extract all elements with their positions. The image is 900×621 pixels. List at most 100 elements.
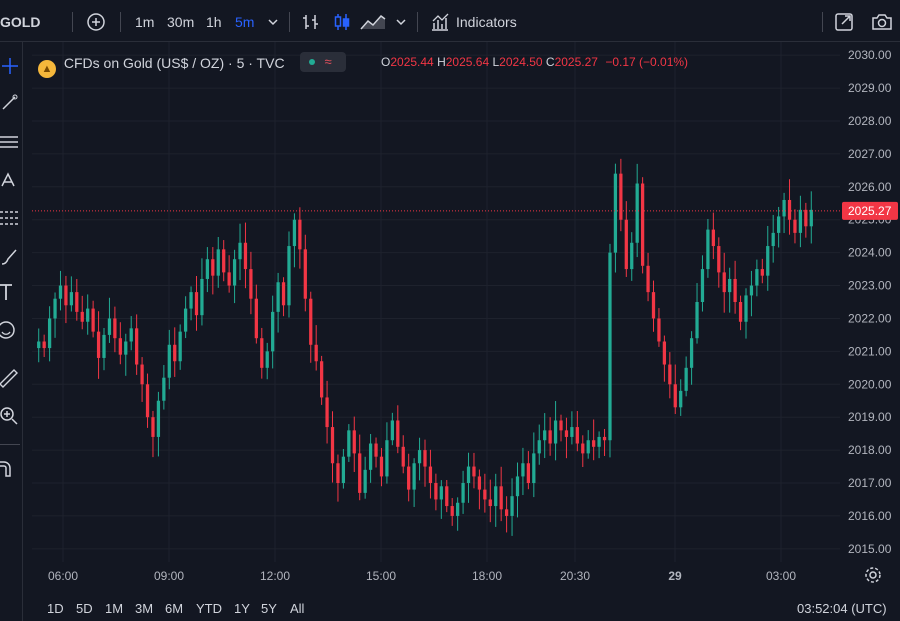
candle-body (657, 318, 661, 342)
candle-body (336, 463, 340, 484)
candle-body (281, 282, 286, 306)
utc-clock[interactable]: 03:52:04 (UTC) (797, 601, 887, 616)
candle-body (717, 246, 721, 273)
close-label: C (545, 55, 555, 69)
range-5d[interactable]: 5D (76, 601, 93, 616)
candle-body (662, 341, 667, 365)
price-tick-label: 2017.00 (848, 476, 892, 490)
zoom-in-icon[interactable] (0, 406, 20, 426)
candle-body (787, 199, 792, 220)
range-all[interactable]: All (290, 601, 304, 616)
candle-body (341, 456, 346, 484)
compare-symbol-icon[interactable] (86, 12, 106, 32)
candle-body (804, 209, 808, 227)
time-tick-label: 15:00 (366, 569, 396, 583)
price-chart[interactable] (32, 42, 840, 562)
range-1y[interactable]: 1Y (234, 601, 250, 616)
candle-body (113, 318, 117, 339)
candle-body (722, 272, 726, 293)
candle-body (624, 219, 628, 270)
close-value: 2025.27 (554, 55, 598, 69)
candle-body (679, 390, 683, 408)
candle-body (222, 249, 226, 273)
price-axis[interactable]: 2030.00 2029.00 2028.00 2027.00 2026.00 2025.… (840, 42, 900, 562)
candle-body (205, 259, 210, 279)
candle-body (477, 476, 482, 490)
candle-body (86, 308, 90, 322)
delay-indicator-icon: ≈ (324, 54, 332, 69)
candle-body (559, 420, 563, 431)
chart-pane[interactable] (32, 42, 840, 562)
candle-body (738, 302, 743, 322)
candle-body (216, 249, 220, 276)
candle-body (417, 450, 422, 464)
prediction-icon[interactable] (0, 208, 20, 228)
symbol-search[interactable]: ​GOLD (0, 12, 40, 32)
interval-30m[interactable]: 30m (167, 12, 194, 32)
price-tick-label: 2022.00 (848, 311, 892, 325)
time-tick-label: 20:30 (560, 569, 590, 583)
candle-body (232, 259, 237, 286)
candle-body (124, 341, 128, 355)
interval-5m-active[interactable]: 5m (235, 12, 254, 32)
range-3m[interactable]: 3M (135, 601, 153, 616)
candle-body (635, 183, 639, 243)
candle-body (733, 278, 737, 302)
time-tick-label: 29 (668, 569, 682, 583)
candle-body (771, 232, 775, 247)
chevron-down-icon[interactable] (266, 12, 280, 32)
bar-chart-type-icon[interactable] (301, 12, 321, 32)
camera-icon[interactable] (871, 12, 893, 32)
price-scale[interactable]: 2030.00 2029.00 2028.00 2027.00 2026.00 2025.… (840, 42, 900, 562)
indicators-button[interactable]: Indicators (456, 12, 517, 32)
market-open-dot-icon (309, 59, 316, 65)
candle-body (445, 486, 449, 507)
interval-1h[interactable]: 1h (206, 12, 222, 32)
candle-body (640, 183, 645, 266)
range-ytd[interactable]: YTD (196, 601, 222, 616)
ruler-icon[interactable] (0, 368, 20, 388)
candles-chart-type-icon[interactable] (332, 12, 352, 32)
candle-body (592, 440, 596, 447)
range-1d[interactable]: 1D (47, 601, 64, 616)
text-icon[interactable] (0, 282, 20, 302)
candle-body (47, 318, 52, 349)
candle-body (494, 486, 498, 507)
chevron-down-icon[interactable] (394, 12, 408, 32)
area-chart-type-icon[interactable] (360, 12, 386, 32)
candle-body (798, 209, 803, 233)
indicators-icon[interactable] (430, 12, 450, 32)
symbol-description[interactable]: CFDs on Gold (US$ / OZ) · 5 · TVC (64, 55, 285, 71)
candle-body (581, 443, 585, 454)
candle-body (728, 278, 732, 293)
brush-icon[interactable] (0, 246, 20, 266)
candle-body (379, 456, 384, 477)
horizontal-lines-icon[interactable] (0, 132, 20, 152)
range-5y[interactable]: 5Y (261, 601, 277, 616)
magnet-icon[interactable] (0, 458, 20, 478)
candle-body (711, 229, 715, 247)
crosshair-icon[interactable] (0, 56, 20, 76)
candle-body (64, 285, 68, 306)
candle-body (755, 269, 759, 286)
chart-settings-icon[interactable] (864, 566, 882, 584)
candle-body (96, 331, 101, 358)
candle-body (504, 509, 509, 516)
market-status-badge[interactable]: ≈ (300, 52, 347, 72)
emoji-icon[interactable] (0, 320, 20, 340)
trend-line-icon[interactable] (0, 92, 20, 112)
range-1m[interactable]: 1M (105, 601, 123, 616)
time-tick-label: 03:00 (766, 569, 796, 583)
low-value: 2024.50 (499, 55, 543, 69)
range-6m[interactable]: 6M (165, 601, 183, 616)
change-value: −0.17 (−0.01%) (605, 55, 689, 69)
open-label: O (381, 55, 391, 69)
fullscreen-icon[interactable] (834, 12, 854, 32)
candle-body (319, 361, 324, 398)
time-axis[interactable]: 06:00 09:00 12:00 15:00 18:00 20:30 29 03:00 (32, 562, 840, 592)
time-tick-label: 06:00 (48, 569, 78, 583)
candle-body (619, 173, 623, 220)
interval-1m[interactable]: 1m (135, 12, 154, 32)
pattern-icon[interactable] (0, 170, 20, 190)
candle-body (276, 282, 280, 312)
